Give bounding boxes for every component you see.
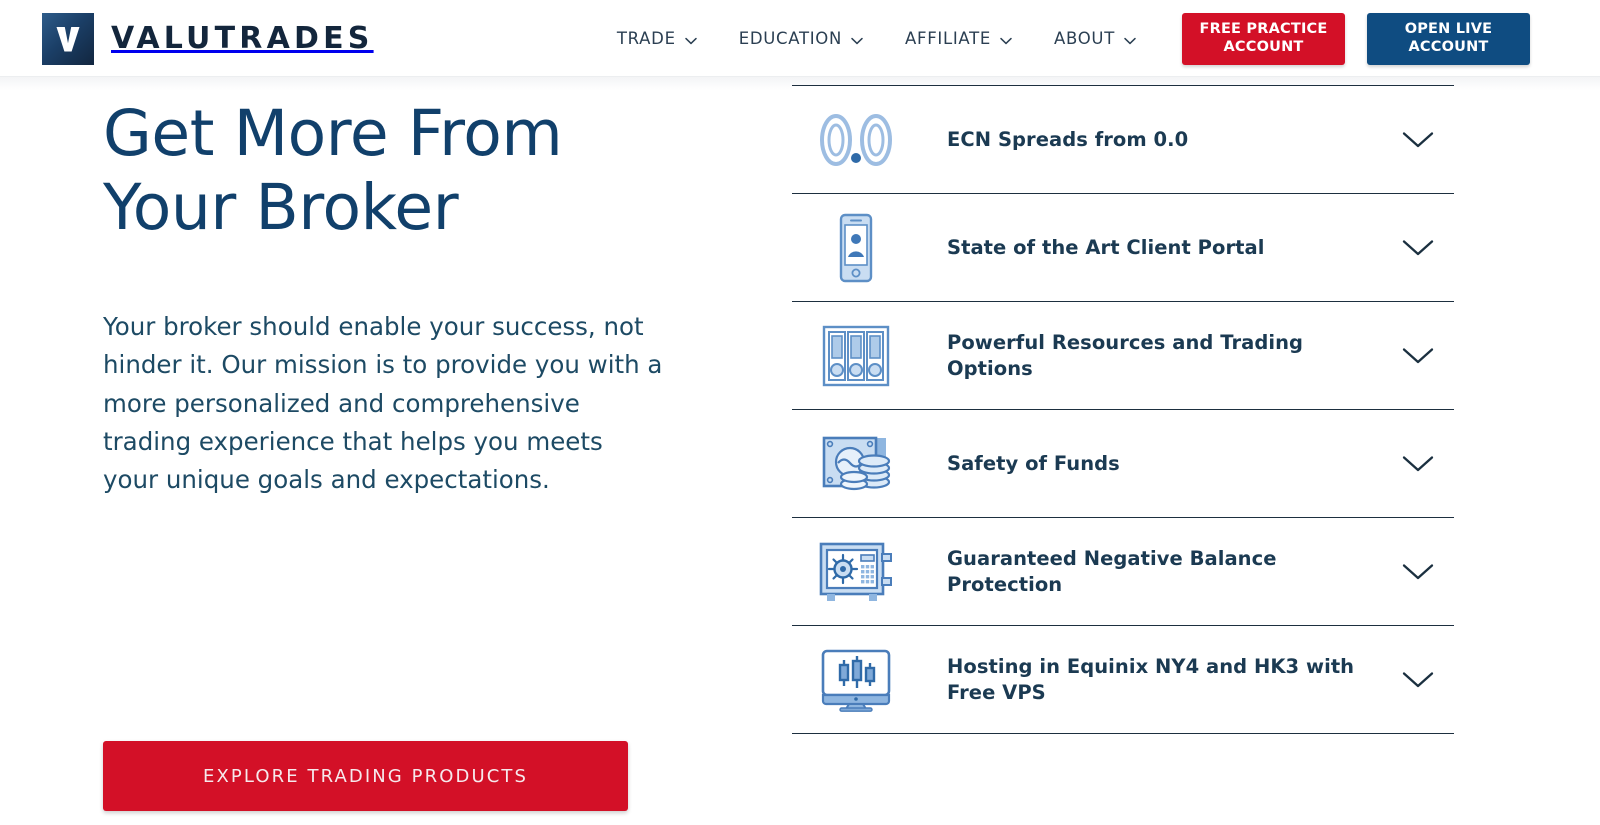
chevron-down-icon [1124,30,1136,49]
chevron-down-icon[interactable] [1388,562,1448,582]
brand-wordmark: VALUTRADES [111,21,374,56]
chevron-down-icon[interactable] [1388,238,1448,258]
open-live-account-button[interactable]: OPEN LIVE ACCOUNT [1367,12,1530,65]
page-title: Get More From Your Broker [103,97,563,245]
free-practice-account-button[interactable]: FREE PRACTICE ACCOUNT [1182,12,1345,65]
chevron-down-icon[interactable] [1388,454,1448,474]
accordion-item-label: State of the Art Client Portal [947,235,1265,259]
safe-vault-icon [816,535,896,609]
header-cta-group: FREE PRACTICE ACCOUNT OPEN LIVE ACCOUNT [1182,12,1530,65]
explore-trading-products-button[interactable]: EXPLORE TRADING PRODUCTS [103,741,628,811]
nav-item-about[interactable]: ABOUT [1054,28,1136,49]
features-accordion: ECN Spreads from 0.0 State of the Art Cl… [792,85,1454,734]
accordion-item-negative-balance-protection[interactable]: Guaranteed Negative Balance Protection [792,518,1454,626]
accordion-item-label: Powerful Resources and Trading Options [947,330,1304,380]
smartphone-user-icon [816,211,896,285]
chevron-down-icon[interactable] [1388,670,1448,690]
nav-item-affiliate[interactable]: AFFILIATE [905,28,1012,49]
valutrades-v-logomark [42,12,94,65]
nav-item-education[interactable]: EDUCATION [739,28,863,49]
page-content: Get More From Your Broker Your broker sh… [0,77,1600,825]
chevron-down-icon[interactable] [1388,346,1448,366]
banknote-coins-icon [816,427,896,501]
binders-shelf-icon [816,319,896,393]
accordion-item-label: Hosting in Equinix NY4 and HK3 with Free… [947,654,1355,704]
accordion-item-equinix-hosting[interactable]: Hosting in Equinix NY4 and HK3 with Free… [792,626,1454,734]
accordion-item-label: ECN Spreads from 0.0 [947,127,1189,151]
hero-body-text: Your broker should enable your success, … [103,311,663,495]
chevron-down-icon[interactable] [1388,130,1448,150]
nav-item-label: ABOUT [1054,29,1115,48]
nav-item-label: TRADE [616,29,676,48]
accordion-item-safety-of-funds[interactable]: Safety of Funds [792,410,1454,518]
accordion-item-client-portal[interactable]: State of the Art Client Portal [792,194,1454,302]
monitor-candlestick-chart-icon [816,643,896,717]
nav-item-trade[interactable]: TRADE [617,28,697,49]
chevron-down-icon [1000,30,1012,49]
features-column: ECN Spreads from 0.0 State of the Art Cl… [762,77,1600,825]
accordion-item-label: Guaranteed Negative Balance Protection [947,546,1277,596]
hero-column: Get More From Your Broker Your broker sh… [0,77,762,825]
chevron-down-icon [684,30,697,49]
accordion-item-trading-resources[interactable]: Powerful Resources and Trading Options [792,302,1454,410]
nav-item-label: EDUCATION [738,29,843,48]
zero-point-zero-icon [816,103,896,177]
accordion-item-label: Safety of Funds [947,451,1120,475]
site-header: VALUTRADES TRADE EDUCATION AFFILIATE ABO… [0,0,1600,77]
accordion-item-ecn-spreads[interactable]: ECN Spreads from 0.0 [792,86,1454,194]
brand-logo-link[interactable]: VALUTRADES [42,12,374,65]
nav-item-label: AFFILIATE [905,29,992,48]
primary-navigation: TRADE EDUCATION AFFILIATE ABOUT [617,28,1136,49]
chevron-down-icon [851,30,863,49]
